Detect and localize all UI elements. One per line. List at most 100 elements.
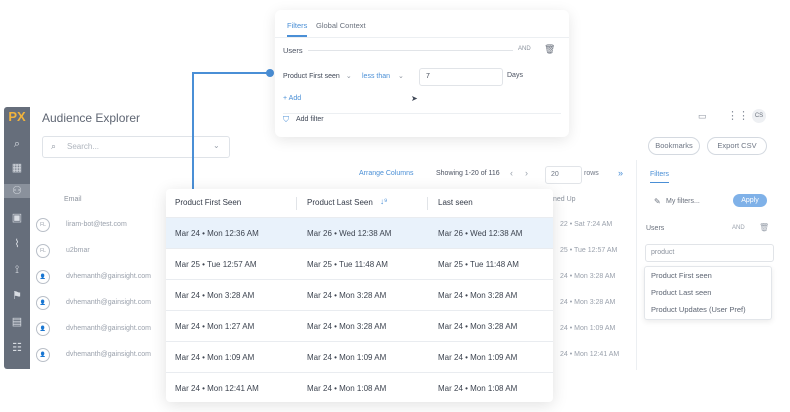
chevron-down-icon: ⌄ xyxy=(213,141,220,150)
filter-card: Filters Global Context Users AND 🗑 Produ… xyxy=(275,10,569,137)
divider xyxy=(308,50,513,51)
cell-last-seen: Mar 24 • Mon 3:28 AM xyxy=(438,291,518,300)
sort-descending-icon[interactable]: ↓⁹ xyxy=(380,197,387,206)
chevron-down-icon: ⌄ xyxy=(345,73,352,80)
date-columns-table: Product First Seen Product Last Seen ↓⁹ … xyxy=(166,189,553,402)
tab-global-context[interactable]: Global Context xyxy=(316,21,366,30)
cell-last-seen-product: Mar 25 • Tue 11:48 AM xyxy=(307,260,388,269)
trash-icon[interactable]: 🗑 xyxy=(544,44,555,55)
cell-first-seen: Mar 24 • Mon 3:28 AM xyxy=(175,291,255,300)
next-page-icon[interactable]: › xyxy=(525,168,528,178)
divider xyxy=(275,37,569,38)
users-label: Users xyxy=(283,46,303,55)
user-icon: 👤 xyxy=(36,322,50,336)
analytics-icon[interactable]: ⌇ xyxy=(10,237,24,251)
email-column-header: Email xyxy=(64,196,82,203)
search-placeholder: Search... xyxy=(67,142,100,151)
users-icon[interactable]: ⚇ xyxy=(4,184,30,198)
prev-page-icon[interactable]: ‹ xyxy=(510,168,513,178)
column-header[interactable]: Product First Seen xyxy=(175,189,241,217)
app-logo: PX xyxy=(8,109,26,124)
field-select[interactable]: Product First seen ⌄ xyxy=(283,72,352,80)
column-divider xyxy=(296,197,297,210)
user-icon: 👤 xyxy=(36,296,50,310)
cell-first-seen: Mar 24 • Mon 1:09 AM xyxy=(175,353,255,362)
value-text: 7 xyxy=(426,73,430,80)
trash-icon[interactable]: 🗑 xyxy=(759,223,769,232)
cell-last-seen-product: Mar 24 • Mon 3:28 AM xyxy=(307,291,387,300)
sidebar: PX ⌕ ▦ ⚇ ▣ ⌇ ⟟ ⚑ ▤ ☷ xyxy=(4,107,30,369)
dashboard-icon[interactable]: ▦ xyxy=(10,161,24,175)
table-row[interactable]: Mar 25 • Tue 12:57 AM Mar 25 • Tue 11:48… xyxy=(166,248,553,280)
column-header[interactable]: Last seen xyxy=(438,189,473,217)
table-row[interactable]: Mar 24 • Mon 12:41 AM Mar 24 • Mon 1:08 … xyxy=(166,372,553,402)
users-label: Users xyxy=(646,225,665,232)
cell-first-seen: Mar 24 • Mon 1:27 AM xyxy=(175,322,255,331)
field-value: Product First seen xyxy=(283,73,340,80)
table-row[interactable]: Mar 24 • Mon 1:09 AM Mar 24 • Mon 1:09 A… xyxy=(166,341,553,373)
my-filters-icon[interactable]: ✎ xyxy=(654,197,661,206)
column-header[interactable]: Product Last Seen xyxy=(307,189,373,217)
arrange-columns-link[interactable]: Arrange Columns xyxy=(359,170,413,177)
search-input[interactable]: ⌕ Search... ⌄ xyxy=(42,136,230,158)
search-icon: ⌕ xyxy=(51,141,57,151)
apply-button[interactable]: Apply xyxy=(733,194,767,207)
attribute-dropdown[interactable]: Product First seen Product Last seen Pro… xyxy=(644,266,772,320)
learn-icon[interactable]: ⚑ xyxy=(10,289,24,303)
avatar: FL xyxy=(36,244,50,258)
bookmarks-button[interactable]: Bookmarks xyxy=(648,137,700,155)
cell-last-seen-product: Mar 24 • Mon 1:08 AM xyxy=(307,384,387,393)
connector-dot xyxy=(266,69,274,77)
filter-search-value: product xyxy=(651,249,675,256)
signed-up-column-header: ned Up xyxy=(553,196,576,203)
connector-line xyxy=(192,72,194,192)
export-csv-button[interactable]: Export CSV xyxy=(707,137,767,155)
chevron-down-icon: ⌄ xyxy=(398,73,404,80)
add-filter-button[interactable]: Add filter xyxy=(296,116,324,123)
user-avatar[interactable]: CS xyxy=(752,109,766,123)
cell-last-seen-product: Mar 24 • Mon 3:28 AM xyxy=(307,322,387,331)
avatar: FL xyxy=(36,218,50,232)
table-row[interactable]: Mar 24 • Mon 3:28 AM Mar 24 • Mon 3:28 A… xyxy=(166,279,553,311)
user-icon: 👤 xyxy=(36,348,50,362)
unit-label: Days xyxy=(507,72,523,79)
dropdown-option[interactable]: Product Last seen xyxy=(645,284,771,301)
hierarchy-icon[interactable]: ☷ xyxy=(10,341,24,355)
add-condition-link[interactable]: + Add xyxy=(283,95,301,102)
cell-first-seen: Mar 24 • Mon 12:41 AM xyxy=(175,384,259,393)
briefcase-icon[interactable]: ▣ xyxy=(10,211,24,225)
rows-label: rows xyxy=(584,170,599,177)
tab-filters[interactable]: Filters xyxy=(287,21,308,37)
table-row[interactable]: Mar 24 • Mon 12:36 AM Mar 26 • Wed 12:38… xyxy=(166,217,553,249)
cell-first-seen: Mar 25 • Tue 12:57 AM xyxy=(175,260,257,269)
filters-side-panel: Filters ✎ My filters... Apply Users AND … xyxy=(636,160,777,370)
cell-last-seen: Mar 25 • Tue 11:48 AM xyxy=(438,260,519,269)
my-filters-label[interactable]: My filters... xyxy=(666,198,700,205)
expand-panel-icon[interactable]: » xyxy=(618,168,623,178)
search-icon[interactable]: ⌕ xyxy=(10,137,24,151)
cell-last-seen: Mar 24 • Mon 1:09 AM xyxy=(438,353,518,362)
value-input[interactable]: 7 xyxy=(419,68,503,86)
filter-icon[interactable]: ⛉ xyxy=(283,115,289,125)
dropdown-option[interactable]: Product First seen xyxy=(645,267,771,284)
cell-last-seen: Mar 26 • Wed 12:38 AM xyxy=(438,229,523,238)
cell-first-seen: Mar 24 • Mon 12:36 AM xyxy=(175,229,259,238)
operator-select[interactable]: less than ⌄ xyxy=(362,72,404,80)
cursor-icon: ➤ xyxy=(411,94,418,103)
dropdown-option[interactable]: Product Updates (User Pref) xyxy=(645,301,771,318)
page-size-value: 20 xyxy=(551,171,559,178)
page-size-select[interactable]: 20 xyxy=(545,166,582,184)
filter-search-input[interactable]: product xyxy=(645,244,774,262)
page-title: Audience Explorer xyxy=(42,111,141,125)
tab-filters[interactable]: Filters xyxy=(650,171,670,183)
connector-line xyxy=(192,72,270,74)
cell-last-seen-product: Mar 26 • Wed 12:38 AM xyxy=(307,229,392,238)
cell-last-seen: Mar 24 • Mon 3:28 AM xyxy=(438,322,518,331)
table-row[interactable]: Mar 24 • Mon 1:27 AM Mar 24 • Mon 3:28 A… xyxy=(166,310,553,342)
cell-last-seen-product: Mar 24 • Mon 1:09 AM xyxy=(307,353,387,362)
notes-icon[interactable]: ▭ xyxy=(698,111,707,122)
journey-icon[interactable]: ⟟ xyxy=(10,263,24,277)
messages-icon[interactable]: ▤ xyxy=(10,315,24,329)
cell-last-seen: Mar 24 • Mon 1:08 AM xyxy=(438,384,518,393)
and-label: AND xyxy=(732,225,745,231)
